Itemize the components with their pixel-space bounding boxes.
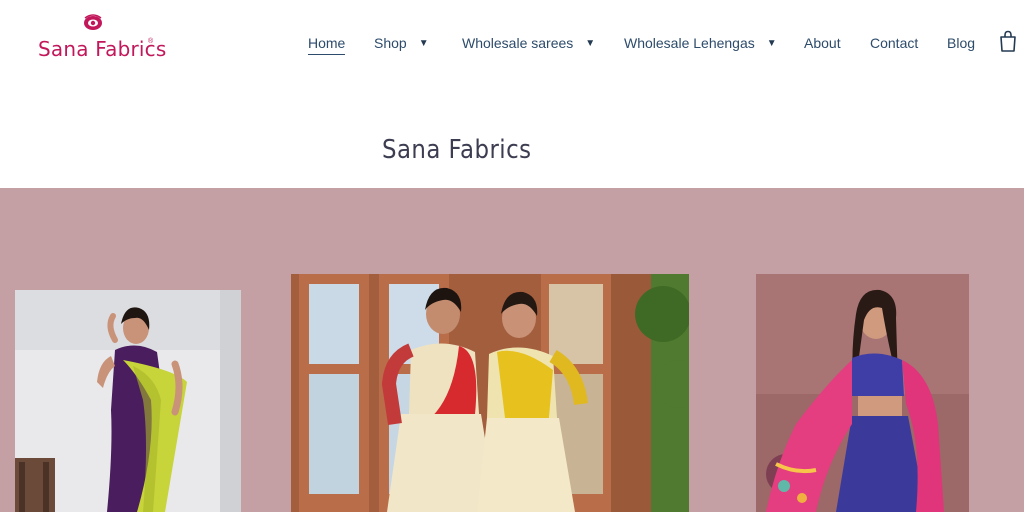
nav-item-blog[interactable]: Blog	[947, 33, 975, 53]
caret-down-icon: ▼	[418, 37, 429, 49]
registered-mark: ®	[148, 38, 154, 45]
product-image	[15, 290, 241, 512]
shopping-bag-icon[interactable]	[999, 30, 1017, 52]
nav-item-wholesale-sarees[interactable]: Wholesale sarees ▼	[462, 33, 595, 53]
nav-item-label: Shop	[374, 35, 407, 51]
nav-item-shop[interactable]: Shop ▼	[374, 33, 429, 53]
page-title: Sana Fabrics	[382, 135, 532, 165]
nav-item-about[interactable]: About	[804, 33, 841, 53]
product-photo-purple-saree[interactable]	[15, 290, 241, 512]
nav-item-label: About	[804, 35, 841, 51]
caret-down-icon: ▼	[766, 37, 777, 49]
nav-item-label: Contact	[870, 35, 919, 51]
nav-item-label: Blog	[947, 35, 976, 51]
nav-item-contact[interactable]: Contact	[870, 33, 918, 53]
nav-item-label: Home	[308, 35, 346, 51]
nav-item-label: Wholesale Lehengas	[624, 35, 755, 51]
caret-down-icon: ▼	[585, 37, 596, 49]
product-image	[756, 274, 969, 512]
product-photo-blue-lehenga[interactable]	[756, 274, 969, 512]
nav-item-wholesale-lehengas[interactable]: Wholesale Lehengas ▼	[624, 33, 777, 53]
nav-item-home[interactable]: Home	[308, 33, 346, 55]
nav-item-label: Wholesale sarees	[462, 35, 574, 51]
site-header: Sana Fabrics ® Home Shop ▼ Wholesale sar…	[0, 0, 1024, 90]
eye-logo-icon	[84, 14, 102, 30]
brand-logo[interactable]: Sana Fabrics ®	[36, 14, 166, 64]
product-image	[291, 274, 689, 512]
product-photo-red-yellow-lehengas[interactable]	[291, 274, 689, 512]
